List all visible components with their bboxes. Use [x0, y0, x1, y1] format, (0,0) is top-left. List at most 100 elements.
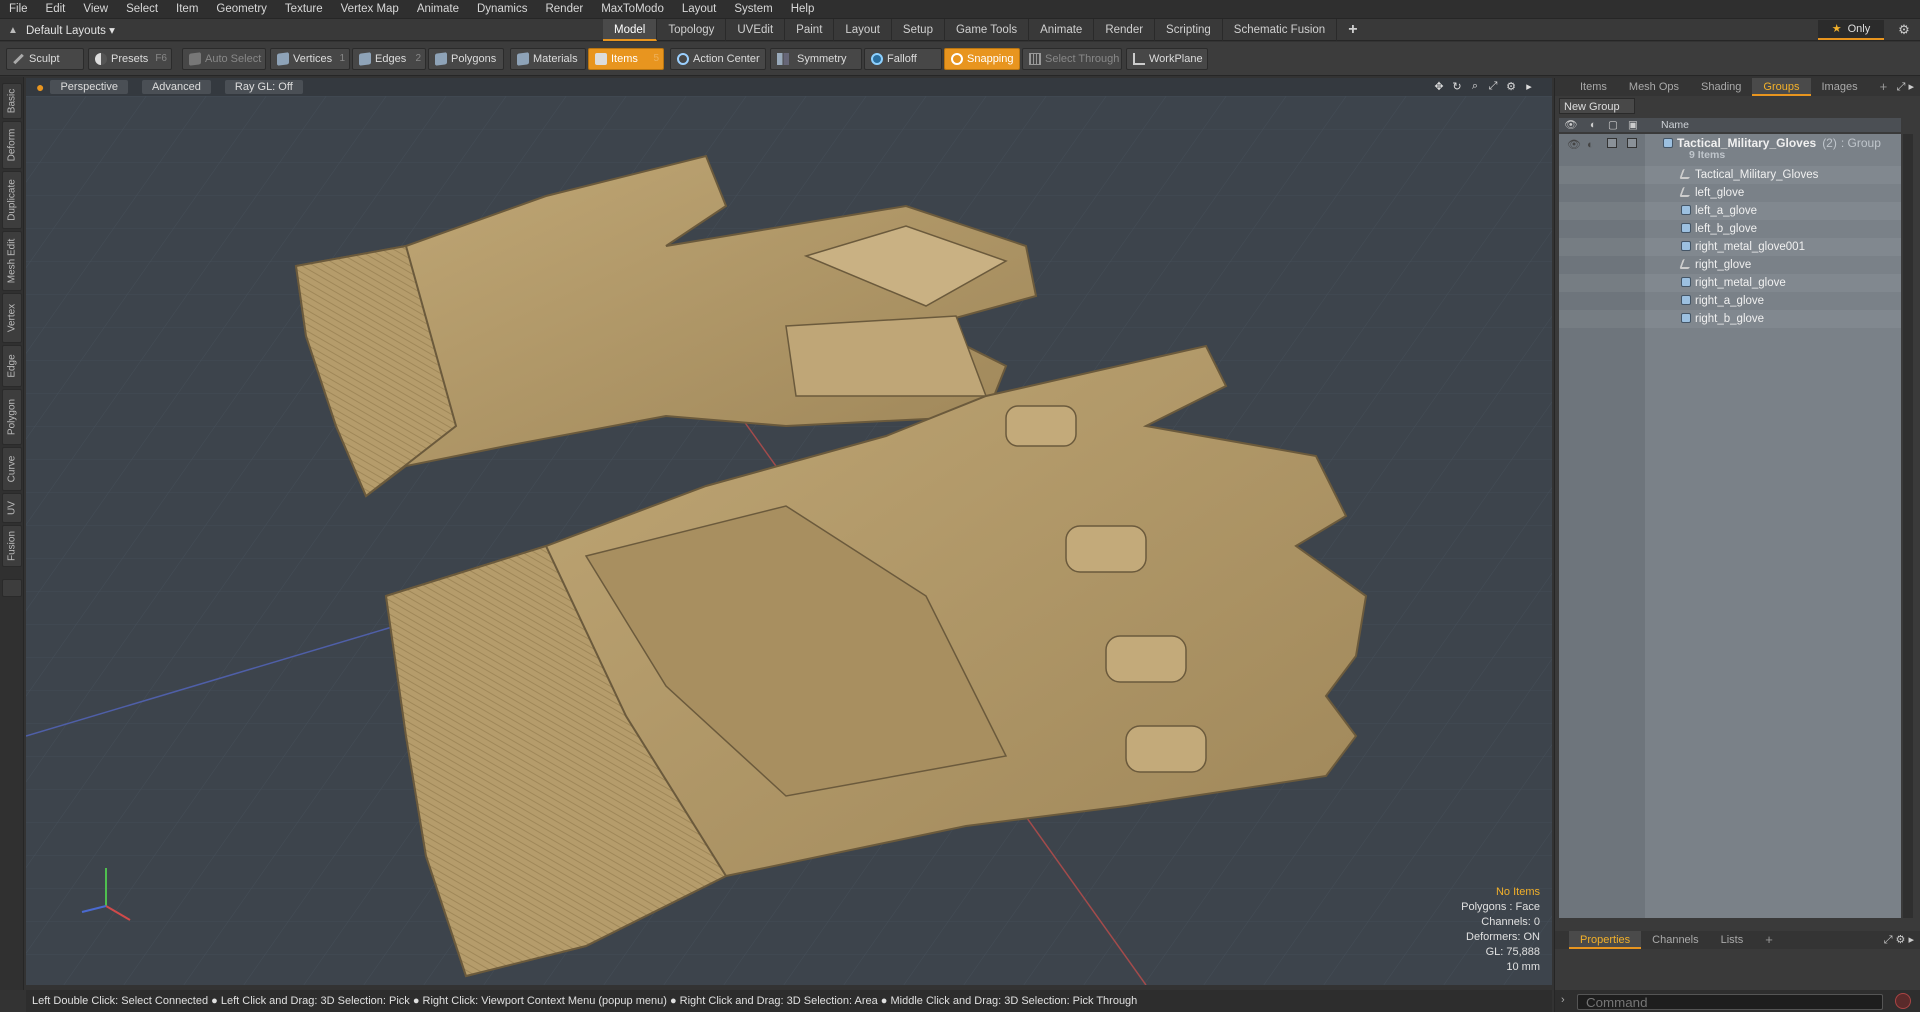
list-item[interactable]: right_metal_glove — [1559, 274, 1901, 292]
menu-texture[interactable]: Texture — [276, 0, 332, 19]
list-item[interactable]: left_glove — [1559, 184, 1901, 202]
bottom-tab-properties[interactable]: Properties — [1569, 931, 1642, 949]
tab-scripting[interactable]: Scripting — [1155, 19, 1223, 41]
raygl-dropdown[interactable]: Ray GL: Off — [224, 80, 303, 94]
menu-file[interactable]: File — [0, 0, 37, 19]
items-button[interactable]: Items 5 — [588, 48, 664, 70]
tab-schematic-fusion[interactable]: Schematic Fusion — [1223, 19, 1338, 41]
menu-geometry[interactable]: Geometry — [207, 0, 276, 19]
tab-game-tools[interactable]: Game Tools — [945, 19, 1030, 41]
only-button[interactable]: ★ Only — [1818, 20, 1884, 40]
auto-select-button[interactable]: Auto Select — [182, 48, 266, 70]
menu-edit[interactable]: Edit — [37, 0, 75, 19]
list-item[interactable]: Tactical_Military_Gloves — [1559, 166, 1901, 184]
left-tab-basic[interactable]: Basic — [2, 83, 22, 119]
edges-button[interactable]: Edges 2 — [352, 48, 426, 70]
action-center-button[interactable]: Action Center — [670, 48, 766, 70]
bottom-tab-add[interactable]: + — [1754, 931, 1784, 949]
left-tab-extra[interactable] — [2, 579, 22, 597]
left-tab-curve[interactable]: Curve — [2, 447, 22, 491]
tab-render[interactable]: Render — [1094, 19, 1156, 41]
snapping-button[interactable]: Snapping — [944, 48, 1020, 70]
materials-button[interactable]: Materials — [510, 48, 586, 70]
tab-paint[interactable]: Paint — [785, 19, 835, 41]
list-item[interactable]: left_b_glove — [1559, 220, 1901, 238]
bottom-tab-channels[interactable]: Channels — [1641, 931, 1709, 949]
tab-uvedit[interactable]: UVEdit — [726, 19, 786, 41]
group-row-tactical[interactable]: 👁 ◐ Tactical_Military_Gloves (2): Group 9 It… — [1559, 134, 1901, 164]
list-item[interactable]: right_metal_glove001 — [1559, 238, 1901, 256]
panel-tab-add[interactable]: + — [1869, 78, 1899, 96]
menu-render[interactable]: Render — [536, 0, 592, 19]
menu-dynamics[interactable]: Dynamics — [468, 0, 536, 19]
sculpt-button[interactable]: Sculpt — [6, 48, 84, 70]
lock-checkbox[interactable] — [1607, 138, 1617, 148]
tab-add[interactable]: + — [1337, 19, 1368, 41]
left-tab-edge[interactable]: Edge — [2, 345, 22, 387]
bottom-tab-lists[interactable]: Lists — [1710, 931, 1755, 949]
menu-animate[interactable]: Animate — [408, 0, 468, 19]
menu-system[interactable]: System — [725, 0, 781, 19]
list-item[interactable]: right_b_glove — [1559, 310, 1901, 328]
menu-layout[interactable]: Layout — [673, 0, 726, 19]
lock-col-icon[interactable]: ▢ — [1603, 118, 1623, 132]
menu-help[interactable]: Help — [782, 0, 824, 19]
panel-tab-shading[interactable]: Shading — [1690, 78, 1752, 96]
viewport-scene[interactable] — [26, 96, 1552, 985]
menu-item[interactable]: Item — [167, 0, 207, 19]
left-tab-fusion[interactable]: Fusion — [2, 525, 22, 567]
visibility-col-icon[interactable]: 👁 — [1561, 118, 1581, 132]
command-stop-icon[interactable] — [1895, 993, 1911, 1009]
panel-expand-icon[interactable]: ⤢ ▸ — [1897, 80, 1914, 94]
menu-view[interactable]: View — [74, 0, 117, 19]
tab-animate[interactable]: Animate — [1029, 19, 1095, 41]
viewport-menu-arrow-icon[interactable]: ▸ — [1520, 80, 1538, 94]
tab-topology[interactable]: Topology — [657, 19, 727, 41]
default-layouts-dropdown[interactable]: Default Layouts ▾ — [26, 23, 115, 37]
left-tab-deform[interactable]: Deform — [2, 121, 22, 169]
render-col-icon[interactable]: ◐ — [1583, 118, 1603, 132]
vertices-button[interactable]: Vertices 1 — [270, 48, 350, 70]
render-toggle[interactable]: ◐ — [1587, 136, 1594, 154]
left-tab-vertex[interactable]: Vertex — [2, 293, 22, 343]
shading-dropdown[interactable]: Advanced — [141, 80, 211, 94]
panel-tab-images[interactable]: Images — [1811, 78, 1869, 96]
left-tab-mesh-edit[interactable]: Mesh Edit — [2, 231, 22, 291]
select-col-icon[interactable]: ▣ — [1623, 118, 1643, 132]
new-group-button[interactable]: New Group — [1559, 98, 1635, 114]
properties-gear-icon[interactable]: ⤢ ⚙ ▸ — [1884, 933, 1914, 947]
viewport-gear-icon[interactable]: ⚙ — [1502, 80, 1520, 94]
tab-setup[interactable]: Setup — [892, 19, 945, 41]
panel-tab-groups[interactable]: Groups — [1752, 78, 1811, 96]
name-column-header[interactable]: Name — [1661, 118, 1689, 132]
eye-icon[interactable]: 👁 — [1567, 136, 1581, 154]
select-checkbox[interactable] — [1627, 138, 1637, 148]
panel-tab-mesh-ops[interactable]: Mesh Ops — [1618, 78, 1690, 96]
zoom-icon[interactable]: ⌕ — [1466, 80, 1484, 94]
pan-icon[interactable]: ✥ — [1430, 80, 1448, 94]
command-arrow-icon[interactable]: › — [1561, 994, 1565, 1006]
select-through-button[interactable]: Select Through — [1022, 48, 1122, 70]
layout-hat-icon[interactable]: ▲ — [0, 25, 26, 36]
list-item[interactable]: right_glove — [1559, 256, 1901, 274]
fit-icon[interactable]: ⤢ — [1484, 80, 1502, 94]
left-tab-duplicate[interactable]: Duplicate — [2, 171, 22, 229]
menu-vertex-map[interactable]: Vertex Map — [332, 0, 408, 19]
left-tab-polygon[interactable]: Polygon — [2, 389, 22, 445]
3d-viewport[interactable]: ● Perspective Advanced Ray GL: Off ✥ ↻ ⌕… — [26, 78, 1552, 985]
menu-maxtomodo[interactable]: MaxToModo — [592, 0, 673, 19]
menu-select[interactable]: Select — [117, 0, 167, 19]
workplane-button[interactable]: WorkPlane — [1126, 48, 1208, 70]
list-item[interactable]: left_a_glove — [1559, 202, 1901, 220]
list-item[interactable]: right_a_glove — [1559, 292, 1901, 310]
falloff-button[interactable]: Falloff — [864, 48, 942, 70]
perspective-dropdown[interactable]: Perspective — [50, 80, 128, 94]
rotate-icon[interactable]: ↻ — [1448, 80, 1466, 94]
symmetry-button[interactable]: Symmetry — [770, 48, 862, 70]
presets-button[interactable]: Presets F6 — [88, 48, 172, 70]
tab-model[interactable]: Model — [603, 19, 658, 41]
gear-icon[interactable]: ⚙ — [1894, 19, 1914, 41]
panel-tab-items[interactable]: Items — [1569, 78, 1618, 96]
groups-scrollbar[interactable] — [1903, 134, 1913, 918]
polygons-button[interactable]: Polygons — [428, 48, 504, 70]
